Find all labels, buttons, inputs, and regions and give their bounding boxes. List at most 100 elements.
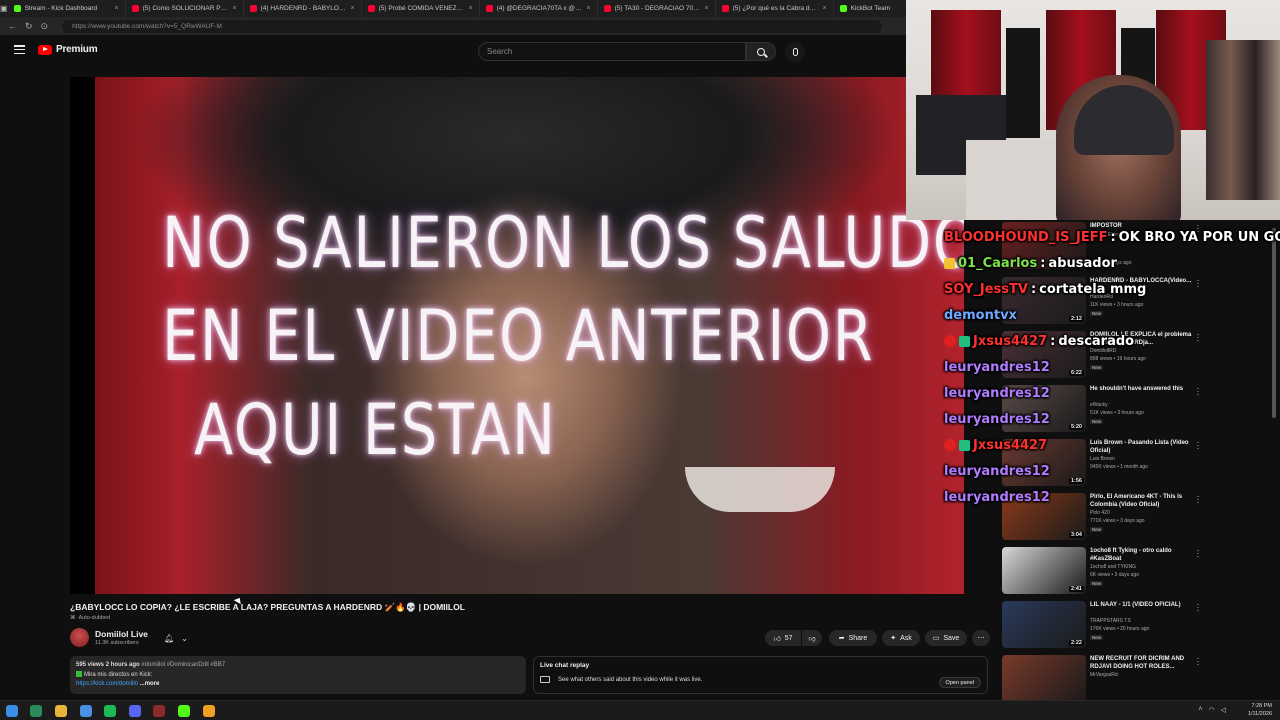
browser-tab[interactable]: (5) ¿Por qué es la Cabra del Dri ×	[716, 0, 834, 17]
chat-username[interactable]: leuryandres12	[944, 360, 1050, 375]
chrome-icon[interactable]	[80, 705, 92, 717]
url-field[interactable]: https://www.youtube.com/watch?v=5_QRwWAU…	[62, 19, 883, 33]
kick-icon[interactable]	[178, 705, 190, 717]
site-info-icon[interactable]: ⊙	[41, 21, 49, 32]
chat-text: cortatela mmg	[1039, 281, 1147, 297]
tab-close-icon[interactable]: ×	[822, 5, 826, 12]
obs-icon[interactable]	[153, 705, 165, 717]
youtube-logo[interactable]: Premium	[38, 44, 98, 55]
video-thumbnail[interactable]	[1002, 655, 1086, 702]
browser-tab[interactable]: (5) TA30 - DEGRACIAO 70TA ×	[598, 0, 716, 17]
chat-username[interactable]: SOY_JessTV	[944, 282, 1028, 297]
video-player[interactable]: NO SALIERON LOS SALUDOS EN EL VIDEO ANTE…	[70, 77, 964, 594]
browser-tab[interactable]: (4) HARDENRD - BABYLOCCA ×	[244, 0, 362, 17]
recommended-channel[interactable]: 1ocho8 and TYKING	[1090, 564, 1198, 570]
browser-tab[interactable]: (5) Como SOLUCIONAR PROBL×	[126, 0, 244, 17]
tab-favicon-icon	[839, 5, 847, 12]
voice-search-button[interactable]	[785, 42, 805, 62]
recommended-views: 176K views • 20 hours ago	[1090, 626, 1150, 632]
window-menu-icon[interactable]: ▣	[0, 0, 8, 17]
more-vertical-icon[interactable]: · · ·	[1196, 601, 1200, 615]
wifi-icon[interactable]: ◠	[1209, 706, 1215, 714]
folder-icon[interactable]	[55, 705, 67, 717]
chevron-up-icon[interactable]: ˄	[1198, 706, 1202, 714]
ask-button[interactable]: ✦ Ask	[882, 630, 920, 646]
auto-dubbed-label: ⌘ Auto-dubbed	[70, 615, 110, 621]
more-vertical-icon[interactable]: · · ·	[1196, 655, 1200, 669]
back-arrow-icon[interactable]: ←	[8, 21, 17, 31]
chevron-down-icon: ⌄	[181, 634, 188, 643]
overlay-text-line-3: AQUI ESTAN	[194, 389, 557, 471]
video-subject-mouth	[685, 467, 835, 512]
bookmark-icon: ▭	[932, 635, 940, 642]
hamburger-menu-icon[interactable]	[14, 45, 25, 54]
chat-username[interactable]: Jxsus4427	[973, 438, 1047, 453]
terminal-icon[interactable]	[30, 705, 42, 717]
reload-icon[interactable]: ↻	[25, 21, 33, 32]
volume-icon[interactable]: ◁	[1221, 706, 1226, 714]
save-button[interactable]: ▭ Save	[925, 630, 967, 646]
thumbs-up-icon: 👍︎	[773, 635, 781, 643]
duration-badge: 2:22	[1068, 640, 1084, 646]
clock[interactable]: 7:28 PM 1/11/2026	[1248, 703, 1272, 718]
chat-username[interactable]: Jxsus4427	[973, 334, 1047, 349]
channel-name[interactable]: Domiilol Live	[95, 629, 148, 639]
chat-username[interactable]: leuryandres12	[944, 490, 1050, 505]
chat-username[interactable]: demontvx	[944, 308, 1017, 323]
more-actions-button[interactable]: ⋯	[972, 630, 990, 646]
tab-close-icon[interactable]: ×	[232, 5, 236, 12]
recommended-title[interactable]: NEW RECRUIT FOR DICRIM AND RDJAVI DOING …	[1090, 656, 1198, 671]
chat-username[interactable]: leuryandres12	[944, 464, 1050, 479]
clothing-rack	[1206, 40, 1280, 200]
chrome-alt-icon[interactable]	[203, 705, 215, 717]
recommended-title[interactable]: LIL NAAY - 1/1 (VIDEO OFICIAL)	[1090, 602, 1198, 610]
chat-username[interactable]: 01_Caarlos	[958, 256, 1037, 271]
search-button[interactable]	[746, 42, 776, 61]
youtube-header: Premium	[0, 35, 906, 67]
recommended-channel[interactable]: MrVargasRd	[1090, 672, 1198, 678]
tab-close-icon[interactable]: ×	[114, 5, 118, 12]
chat-separator: :	[1030, 281, 1037, 297]
spotify-icon[interactable]	[104, 705, 116, 717]
share-button[interactable]: ➦ Share	[829, 630, 877, 646]
tab-close-icon[interactable]: ×	[468, 5, 472, 12]
thumbs-down-icon: 👎︎	[808, 635, 816, 643]
chat-message: leuryandres12	[944, 458, 1050, 484]
open-panel-button[interactable]: Open panel	[938, 677, 981, 688]
recommended-video[interactable]: 2:41 1ocho8 ft Tyking - otro caldo #KasZB…	[1000, 547, 1270, 599]
recommended-channel[interactable]: TRAPPSTARS TS	[1090, 618, 1198, 624]
subscribed-button[interactable]: 🔔︎ ⌄	[164, 632, 194, 645]
kick-link[interactable]: https://kick.com/domiilo	[76, 681, 138, 687]
dislike-button[interactable]: 👎︎	[802, 630, 822, 646]
windows-start-icon[interactable]	[6, 705, 18, 717]
browser-tab[interactable]: Stream - Kick Dashboard ×	[8, 0, 126, 17]
tab-close-icon[interactable]: ×	[704, 5, 708, 12]
like-count: 57	[784, 634, 793, 642]
recommended-video[interactable]: 2:22 LIL NAAY - 1/1 (VIDEO OFICIAL) TRAPPS…	[1000, 601, 1270, 653]
discord-icon[interactable]	[129, 705, 141, 717]
browser-tab[interactable]: KickBot Team×	[834, 0, 906, 17]
chat-username[interactable]: BLOODHOUND_IS_JEFF	[944, 230, 1107, 245]
ask-label: Ask	[900, 634, 912, 642]
search-input[interactable]	[487, 47, 745, 56]
video-thumbnail[interactable]: 2:41	[1002, 547, 1086, 594]
chat-username[interactable]: leuryandres12	[944, 386, 1050, 401]
show-more-link[interactable]: ...more	[140, 681, 160, 687]
like-button[interactable]: 👍︎ 57	[765, 630, 801, 646]
browser-tab[interactable]: (5) Probé COMIDA VENEZOLAN×	[362, 0, 480, 17]
more-vertical-icon[interactable]: · · ·	[1196, 547, 1200, 561]
tab-close-icon[interactable]: ×	[350, 5, 354, 12]
browser-tab[interactable]: (4) @DEGRACIA70TA x @BLO ×	[480, 0, 598, 17]
recommended-title[interactable]: 1ocho8 ft Tyking - otro caldo #KasZBoat	[1090, 548, 1198, 563]
search-icon	[757, 47, 765, 56]
tab-close-icon[interactable]: ×	[586, 5, 590, 12]
recommended-views: 6K views • 3 days ago	[1090, 572, 1139, 578]
hashtags[interactable]: #domiilol #DominicanDrill #BB7	[141, 662, 225, 668]
subscriber-badge-icon	[959, 335, 970, 347]
webcam-feed	[906, 0, 1280, 220]
video-thumbnail[interactable]: 2:22	[1002, 601, 1086, 648]
chat-username[interactable]: leuryandres12	[944, 412, 1050, 427]
browser-tab-bar: ▣ Stream - Kick Dashboard × (5) Como SOLUC…	[0, 0, 906, 17]
description-box[interactable]: 595 views 2 hours ago #domiilol #Dominic…	[70, 656, 526, 694]
channel-avatar[interactable]	[70, 628, 89, 647]
